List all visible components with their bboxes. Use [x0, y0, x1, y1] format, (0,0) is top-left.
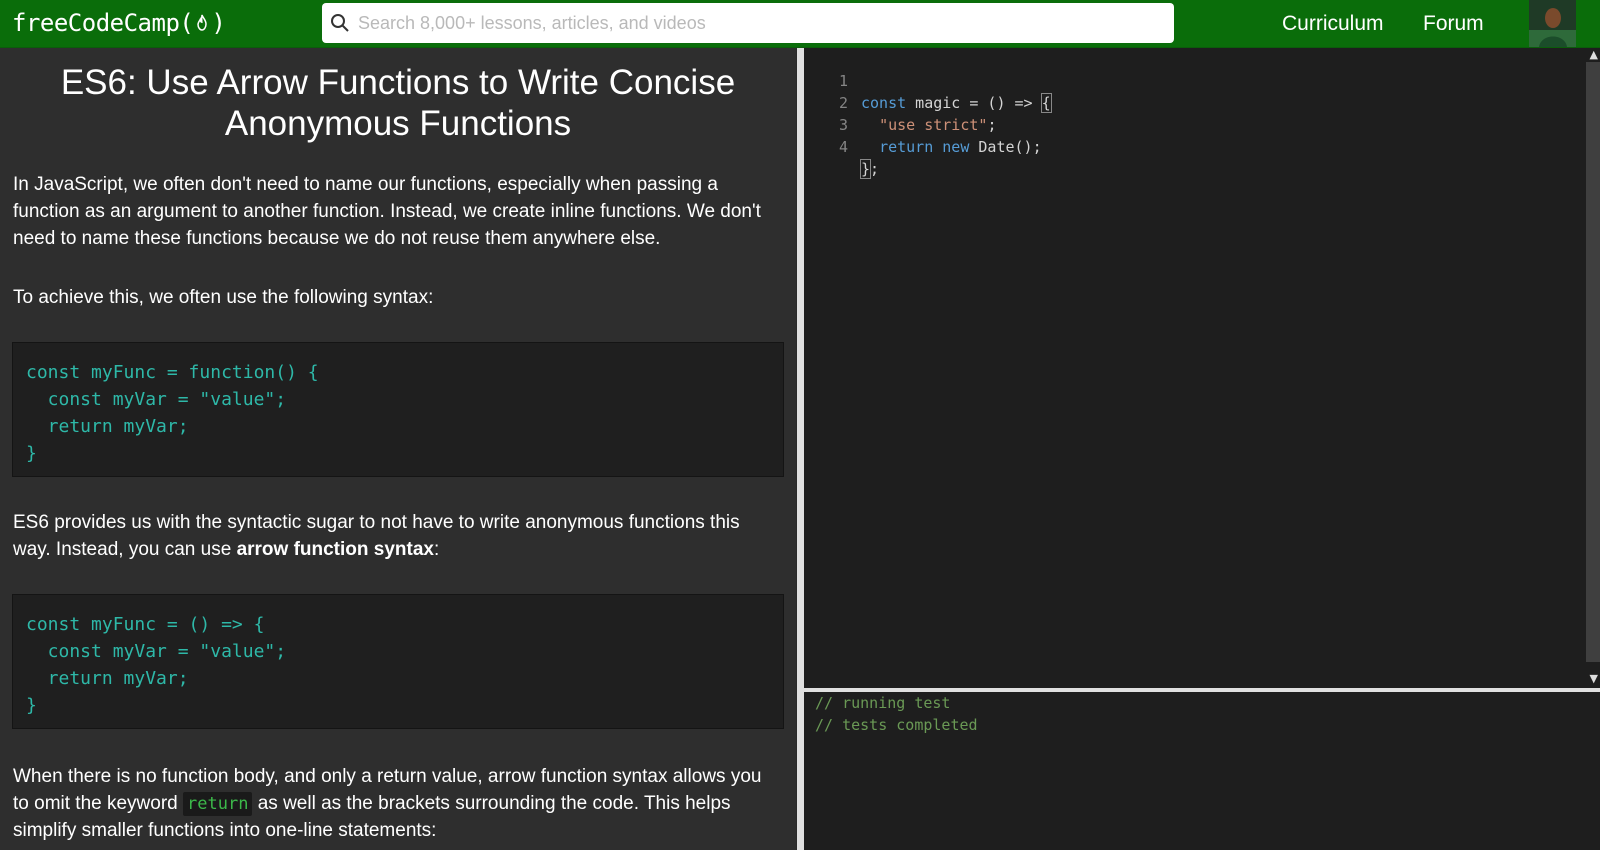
search-icon	[331, 14, 349, 32]
lesson-description-panel[interactable]: ES6: Use Arrow Functions to Write Concis…	[0, 48, 796, 850]
paragraph-intro: In JavaScript, we often don't need to na…	[13, 174, 761, 249]
arrow-function-syntax-term: arrow function syntax	[236, 539, 434, 560]
keyword-new: new	[942, 138, 970, 156]
avatar-image	[1529, 0, 1576, 47]
editor-line[interactable]: 4 };	[804, 114, 1584, 179]
code-example-arrow: const myFunc = () => { const myVar = "va…	[12, 594, 784, 729]
code-text: Date();	[969, 138, 1042, 156]
nav-link-curriculum[interactable]: Curriculum	[1282, 12, 1384, 36]
vertical-pane-divider[interactable]	[797, 48, 804, 850]
editor-scroll-thumb[interactable]	[1586, 62, 1600, 662]
editor-scrollbar[interactable]: ▲ ▼	[1586, 48, 1600, 688]
editor-line[interactable]: 2 "use strict";	[804, 70, 1584, 134]
nav-link-forum[interactable]: Forum	[1423, 12, 1484, 36]
lesson-title: ES6: Use Arrow Functions to Write Concis…	[0, 62, 796, 144]
console-line: // tests completed	[815, 716, 978, 734]
paragraph-syntax-intro: To achieve this, we often use the follow…	[13, 287, 434, 308]
flame-icon	[197, 14, 208, 31]
matched-brace: }	[859, 159, 872, 179]
paragraph-arrow-colon: :	[433, 539, 440, 560]
console-line: // running test	[815, 694, 951, 712]
scroll-down-icon[interactable]: ▼	[1590, 672, 1598, 685]
inline-code-return: return	[183, 792, 253, 816]
paragraph-arrow-intro: ES6 provides us with the syntactic sugar…	[13, 509, 773, 563]
logo-suffix: )	[211, 9, 226, 37]
scroll-up-icon[interactable]: ▲	[1590, 48, 1598, 61]
title-line-2: Anonymous Functions	[224, 104, 572, 143]
code-example-function: const myFunc = function() { const myVar …	[12, 342, 784, 477]
keyword-return: return	[879, 138, 934, 156]
line-number: 4	[838, 138, 848, 156]
avatar[interactable]	[1529, 0, 1576, 47]
top-navbar: freeCodeCamp( ) Curriculum Forum	[0, 0, 1600, 48]
test-output-console[interactable]: // running test // tests completed	[804, 692, 1600, 850]
search-bar[interactable]	[322, 3, 1174, 43]
search-input[interactable]	[356, 11, 1174, 35]
code-editor[interactable]: 1 const magic = () => { 2 "use strict"; …	[804, 48, 1600, 688]
title-line-1: ES6: Use Arrow Functions to Write Concis…	[60, 63, 736, 102]
editor-line[interactable]: 3 return new Date();	[804, 92, 1584, 156]
logo-prefix: freeCodeCamp(	[12, 9, 194, 37]
paragraph-implicit-return: When there is no function body, and only…	[13, 763, 773, 844]
code-text: ;	[870, 160, 880, 178]
freecodecamp-logo[interactable]: freeCodeCamp( )	[12, 9, 226, 37]
editor-line[interactable]: 1 const magic = () => {	[804, 48, 1584, 113]
